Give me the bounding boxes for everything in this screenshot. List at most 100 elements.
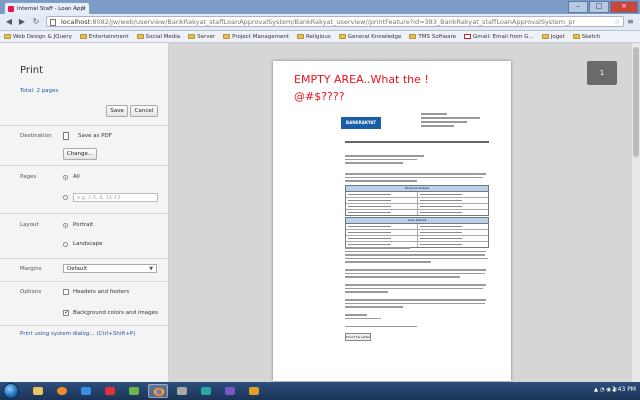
terms-paragraph (345, 247, 489, 329)
loan-details-table: Loan Details (345, 217, 489, 248)
back-icon[interactable]: ◀ (4, 17, 14, 27)
margins-select[interactable]: Default ▼ (63, 264, 157, 273)
margins-value: Default (67, 266, 88, 272)
headers-footers-checkbox[interactable] (63, 289, 69, 295)
layout-label: Layout (20, 222, 39, 228)
minimize-button[interactable]: – (568, 1, 588, 13)
browser-tab[interactable]: Internal Staff - Loan Appl × (4, 2, 90, 14)
bookmark-project-management[interactable]: Project Management (223, 34, 289, 40)
destination-label: Destination (20, 133, 52, 139)
pages-range-input[interactable]: e.g. 1-5, 8, 11-13 (73, 193, 158, 202)
bookmarks-bar: Web Design & JQuery Entertainment Social… (0, 31, 640, 43)
divider (0, 281, 168, 282)
pages-range-radio[interactable] (63, 195, 68, 200)
landscape-label: Landscape (73, 241, 103, 247)
start-button[interactable] (3, 383, 19, 399)
taskbar-media[interactable] (52, 384, 72, 398)
folder-icon (409, 34, 417, 39)
save-button[interactable]: Save (106, 105, 128, 117)
pdf-icon (63, 132, 69, 140)
close-window-button[interactable]: × (610, 1, 638, 13)
annotation-line-1: EMPTY AREA..What the ! (294, 73, 429, 86)
print-letter-button[interactable]: Print This Letter (345, 333, 371, 341)
page-icon (50, 19, 56, 26)
url-path: :8082/jw/web/userview/BankRakyat_staffLo… (90, 18, 576, 26)
system-dialog-link[interactable]: Print using system dialog... (Ctrl+Shift… (20, 331, 136, 337)
portrait-radio[interactable] (63, 223, 68, 228)
bookmark-label: Server (197, 33, 216, 40)
bookmark-gmail[interactable]: Gmail: Email from G... (463, 34, 534, 40)
annotation-text: EMPTY AREA..What the ! @#$???? (294, 71, 464, 105)
maximize-button[interactable]: □ (589, 1, 609, 13)
close-tab-icon[interactable]: × (81, 3, 86, 14)
bookmark-server[interactable]: Server (188, 34, 215, 40)
preview-scrollbar[interactable] (632, 43, 640, 382)
bank-logo: BANKRAKYAT (341, 117, 381, 129)
address-bar[interactable]: localhost:8082/jw/web/userview/BankRakya… (46, 16, 624, 27)
taskbar-explorer[interactable] (28, 384, 48, 398)
bookmark-label: Joget (550, 33, 565, 40)
taskbar-app-3[interactable] (124, 384, 144, 398)
star-icon[interactable]: ☆ (614, 17, 620, 26)
taskbar-app-7[interactable] (244, 384, 264, 398)
bookmark-social-media[interactable]: Social Media (136, 33, 181, 40)
print-dialog: Print Total: 2 pages Save Cancel Destina… (0, 43, 640, 382)
folder-icon (296, 34, 304, 39)
preview-page: EMPTY AREA..What the ! @#$???? BANKRAKYA… (273, 61, 511, 381)
folder-icon (4, 34, 11, 39)
change-destination-button[interactable]: Change... (63, 148, 97, 160)
folder-icon (338, 34, 346, 39)
pages-all-radio[interactable] (63, 175, 68, 180)
total-pages: Total: 2 pages (20, 88, 59, 94)
folder-icon (223, 34, 231, 39)
bookmark-label: Religious (305, 33, 331, 40)
taskbar-app-6[interactable] (220, 384, 240, 398)
personal-details-table: Personal Details (345, 185, 489, 216)
bookmark-web-design[interactable]: Web Design & JQuery (4, 34, 72, 40)
destination-value: Save as PDF (78, 133, 112, 139)
taskbar-app-5[interactable] (196, 384, 216, 398)
chevron-down-icon: ▼ (149, 266, 153, 272)
taskbar-clock[interactable]: 2:43 PM (612, 386, 636, 393)
ref-lines (345, 141, 489, 145)
background-colors-checkbox[interactable]: ✓ (63, 310, 69, 316)
app-icon (105, 387, 115, 395)
bookmark-label: TMS Software (418, 33, 456, 40)
windows-taskbar: ▲ ◔ ◉ ▮ 2:43 PM (0, 382, 640, 400)
reload-icon[interactable]: ↻ (31, 17, 41, 27)
browser-toolbar: ◀ ▶ ↻ localhost:8082/jw/web/userview/Ban… (0, 14, 640, 31)
background-colors-label: Background colors and images (73, 310, 158, 316)
app-icon (129, 387, 139, 395)
taskbar-app-2[interactable] (100, 384, 120, 398)
app-icon (249, 387, 259, 395)
page-number-badge: 1 (587, 61, 617, 85)
folder-icon (79, 34, 87, 39)
margins-label: Margins (20, 266, 42, 272)
bookmark-label: Entertainment (88, 33, 129, 40)
landscape-radio[interactable] (63, 242, 68, 247)
app-icon (81, 387, 91, 395)
bookmark-general-knowledge[interactable]: General Knowledge (338, 34, 401, 40)
bookmark-sketch[interactable]: Sketch (572, 34, 600, 40)
print-preview-area: 1 EMPTY AREA..What the ! @#$???? BANKRAK… (169, 43, 640, 382)
folder-icon (188, 34, 196, 39)
bookmark-label: Social Media (145, 33, 181, 40)
taskbar-chrome[interactable] (148, 384, 168, 398)
taskbar-app-1[interactable] (76, 384, 96, 398)
taskbar-app-4[interactable] (172, 384, 192, 398)
cancel-button[interactable]: Cancel (130, 105, 158, 117)
wrench-icon[interactable]: ≡ (627, 17, 636, 26)
window-titlebar: Internal Staff - Loan Appl × – □ × (0, 0, 640, 14)
bookmark-entertainment[interactable]: Entertainment (79, 33, 129, 40)
bookmark-religious[interactable]: Religious (296, 33, 331, 40)
address-block (421, 113, 487, 129)
bookmark-tms-software[interactable]: TMS Software (409, 34, 456, 40)
scrollbar-thumb[interactable] (633, 47, 639, 157)
url-host: localhost (61, 18, 91, 26)
divider (0, 125, 168, 126)
divider (0, 258, 168, 259)
bookmark-joget[interactable]: Joget (541, 33, 565, 40)
divider (0, 325, 168, 326)
divider (0, 213, 168, 214)
forward-icon[interactable]: ▶ (17, 17, 27, 27)
